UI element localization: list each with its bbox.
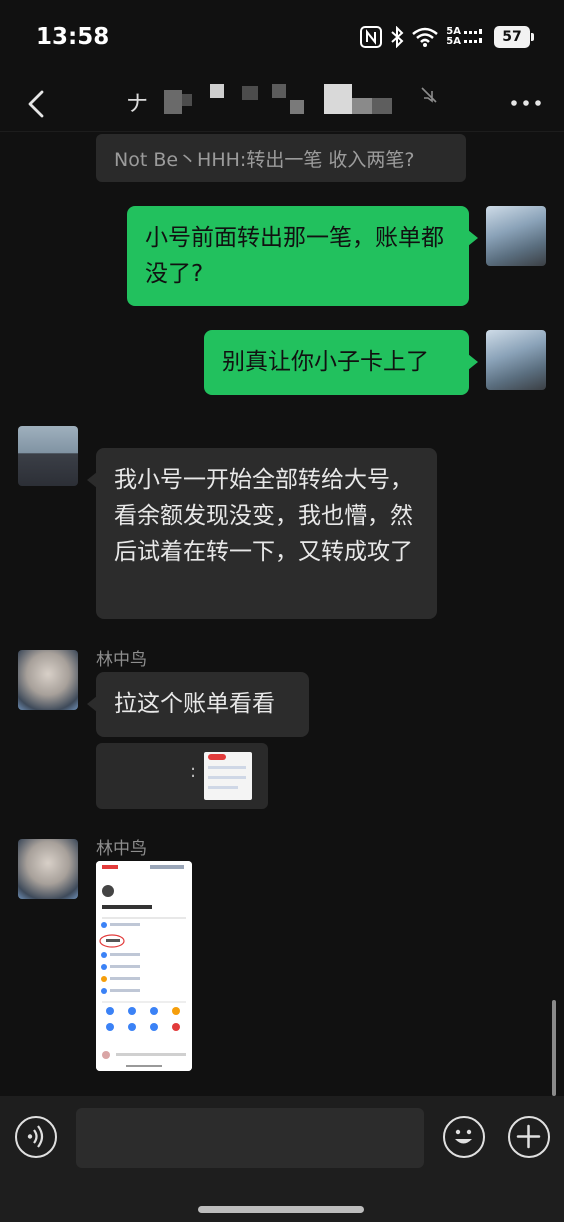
message-input[interactable]	[76, 1108, 424, 1168]
contact-avatar[interactable]	[18, 426, 78, 486]
outgoing-message[interactable]: 小号前面转出那一笔，账单都没了?	[127, 206, 478, 306]
plus-icon[interactable]	[508, 1116, 550, 1158]
voice-icon[interactable]	[15, 1116, 57, 1158]
outgoing-message[interactable]: 别真让你小子卡上了	[204, 330, 478, 395]
quote-thumbnail[interactable]	[204, 752, 252, 800]
quote-prefix: :	[190, 761, 197, 782]
incoming-message[interactable]: 拉这个账单看看	[87, 672, 309, 737]
back-icon[interactable]	[20, 84, 54, 124]
contact-avatar[interactable]	[18, 839, 78, 899]
sender-name: 林中鸟	[96, 839, 147, 859]
mute-icon	[421, 87, 437, 103]
chat-title: ナ	[126, 92, 149, 117]
emoji-icon[interactable]	[443, 1116, 485, 1158]
self-avatar[interactable]	[486, 330, 546, 390]
chat-header: ナ	[0, 76, 564, 132]
more-icon[interactable]	[506, 88, 546, 118]
home-indicator[interactable]	[198, 1206, 364, 1213]
chat-scrollbar[interactable]	[552, 1000, 556, 1096]
system-message: Not Be丶HHH:转出一笔 收入两笔?	[96, 134, 466, 182]
status-icons: 5A 5A 57	[360, 26, 534, 48]
bluetooth-icon	[391, 26, 404, 48]
status-bar: 13:58 5A 5A 57	[0, 0, 564, 76]
battery-icon: 57	[494, 26, 534, 48]
quoted-image-message[interactable]: :	[96, 743, 268, 809]
self-avatar[interactable]	[486, 206, 546, 266]
sender-name: 林中鸟	[96, 650, 147, 670]
incoming-message[interactable]: 我小号一开始全部转给大号，看余额发现没变，我也懵，然后试着在转一下，又转成攻了	[87, 448, 437, 619]
image-thumbnail	[96, 861, 192, 1071]
network-label-bottom: 5A	[446, 36, 461, 47]
image-message[interactable]	[96, 861, 192, 1071]
contact-avatar[interactable]	[18, 650, 78, 710]
input-bar	[0, 1096, 564, 1222]
signal-icon: 5A 5A	[446, 27, 486, 47]
wifi-icon	[412, 27, 439, 47]
title-redaction-mosaic	[158, 80, 408, 116]
nfc-icon	[360, 26, 383, 48]
status-time: 13:58	[36, 24, 110, 50]
